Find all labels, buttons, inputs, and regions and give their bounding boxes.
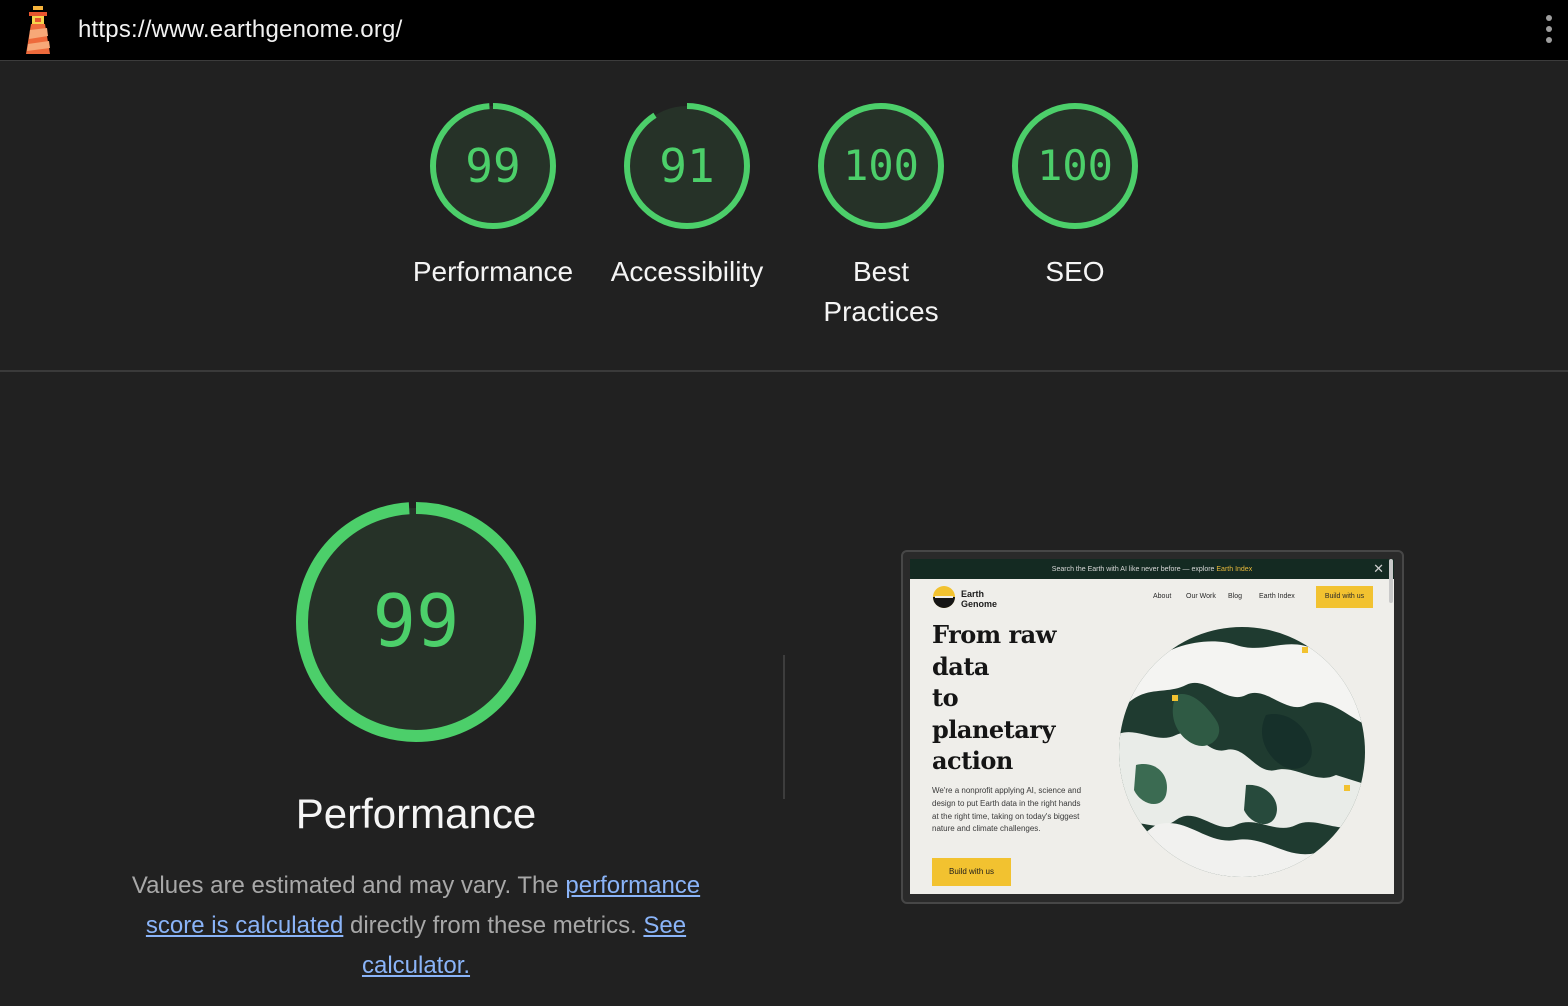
score-gauge: 91 <box>624 103 750 229</box>
score-gauge: 99 <box>430 103 556 229</box>
vertical-divider <box>783 655 785 799</box>
thumb-scrollbar <box>1389 559 1393 603</box>
gauge-label: SEO <box>1045 256 1105 287</box>
thumb-nav-our-work: Our Work <box>1186 593 1216 600</box>
gauge-accessibility[interactable]: 91 Accessibility <box>587 100 787 292</box>
thumb-nav-earth-index: Earth Index <box>1259 593 1295 600</box>
kebab-menu-icon[interactable] <box>1537 12 1561 48</box>
report-header: https://www.earthgenome.org/ <box>0 0 1568 61</box>
page-url[interactable]: https://www.earthgenome.org/ <box>78 16 402 44</box>
hero-line: From raw <box>932 620 1056 649</box>
banner-link: Earth Index <box>1216 566 1253 573</box>
globe-image <box>1119 627 1365 877</box>
thumb-button: Build with us <box>932 858 1011 886</box>
brand-line: Earth <box>961 589 985 599</box>
thumb-hero-heading: From raw data to planetary action <box>932 619 1102 777</box>
gauge-label: Best Practices <box>823 256 939 327</box>
earth-genome-logo-icon <box>933 586 955 608</box>
gauge-score: 100 <box>843 141 919 190</box>
thumb-brand: Earth Genome <box>961 589 997 609</box>
gauge-score: 100 <box>1037 141 1113 190</box>
score-gauge: 100 <box>1012 103 1138 229</box>
gauge-score: 91 <box>659 139 714 193</box>
brand-line: Genome <box>961 599 998 609</box>
thumb-subtext: We're a nonprofit applying AI, science a… <box>932 786 1082 834</box>
performance-score: 99 <box>373 579 460 663</box>
hero-line: to <box>932 683 959 712</box>
final-screenshot: Search the Earth with AI like never befo… <box>910 559 1394 894</box>
gauge-best-practices[interactable]: 100 Best Practices <box>781 100 981 332</box>
score-gauge: 100 <box>818 103 944 229</box>
gauge-performance[interactable]: 99 Performance <box>393 100 593 292</box>
section-divider <box>0 370 1568 372</box>
hero-line: planetary <box>932 714 1055 744</box>
description-text: Values are estimated and may vary. The <box>131 872 566 899</box>
performance-score-gauge: 99 <box>296 502 536 742</box>
thumb-nav-blog: Blog <box>1228 593 1243 600</box>
thumb-banner: Search the Earth with AI like never befo… <box>910 559 1394 579</box>
close-icon: ✕ <box>1373 561 1384 576</box>
performance-description: Values are estimated and may vary. The p… <box>108 866 724 986</box>
thumb-cta: Build with us <box>1316 586 1373 608</box>
hero-line: data <box>932 651 989 681</box>
description-text: directly from these metrics. <box>343 912 644 939</box>
thumb-nav-about: About <box>1153 593 1172 600</box>
banner-text: Search the Earth with AI like never befo… <box>1051 566 1217 573</box>
performance-title: Performance <box>295 790 537 837</box>
gauge-label: Accessibility <box>610 256 764 287</box>
hero-line: action <box>932 746 1013 775</box>
gauge-seo[interactable]: 100 SEO <box>975 100 1175 292</box>
lighthouse-icon <box>26 6 50 54</box>
gauge-score: 99 <box>465 139 520 193</box>
gauge-label: Performance <box>412 256 574 287</box>
